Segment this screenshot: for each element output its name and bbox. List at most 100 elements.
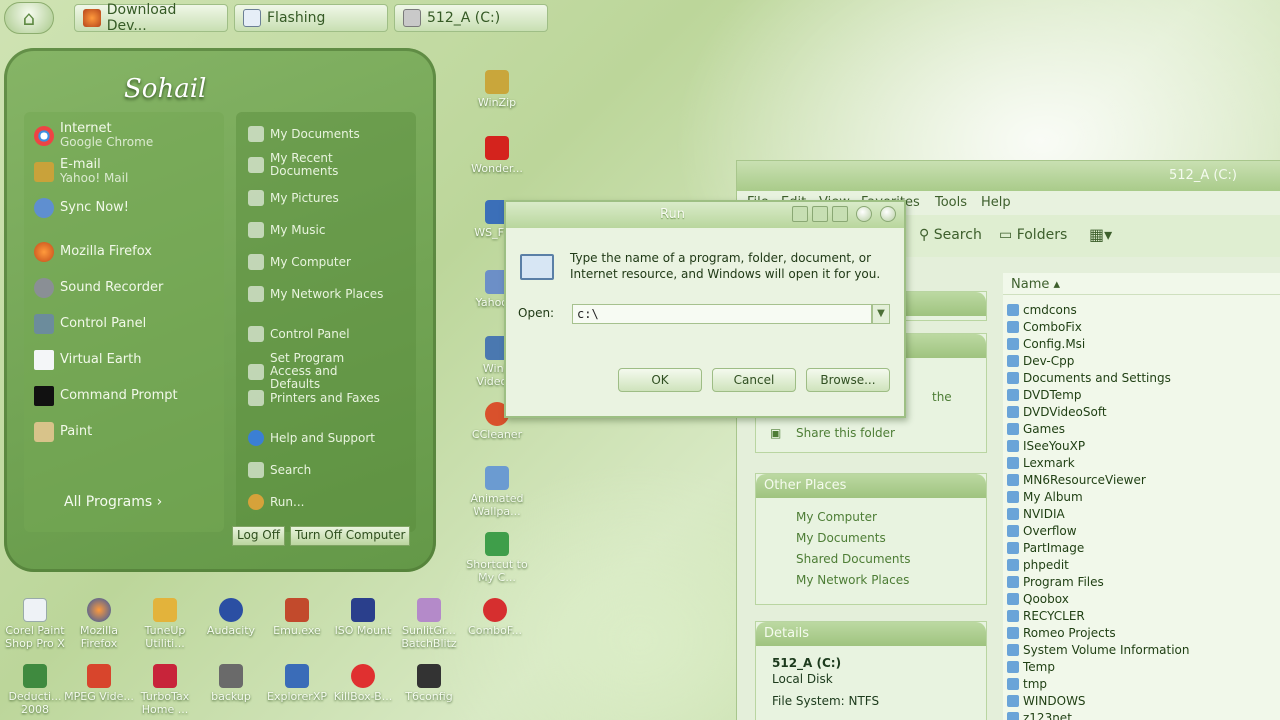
menu-item-run[interactable]: Run... — [248, 494, 304, 510]
menu-item-sound-recorder[interactable]: Sound Recorder — [34, 278, 163, 298]
file-list-item[interactable]: Overflow — [1007, 524, 1077, 538]
desktop-icon-killbox[interactable]: KillBox-B... — [328, 664, 398, 703]
menu-item-search[interactable]: Search — [248, 462, 311, 478]
file-list-item[interactable]: Dev-Cpp — [1007, 354, 1074, 368]
desktop-icon-shortcut[interactable]: Shortcut to My C... — [462, 532, 532, 584]
turn-off-button[interactable]: Turn Off Computer — [290, 526, 411, 546]
desktop-icon-batchblitz[interactable]: SunlitGr... BatchBlitz — [394, 598, 464, 650]
run-titlebar[interactable]: Run — [506, 202, 904, 228]
details-header[interactable]: Details — [756, 622, 986, 646]
desktop-icon-audacity[interactable]: Audacity — [196, 598, 266, 637]
desktop-icon-combofix[interactable]: ComboF... — [460, 598, 530, 637]
combofix-icon — [483, 598, 507, 622]
menu-item-control-panel[interactable]: Control Panel — [34, 314, 146, 334]
file-list-item[interactable]: Lexmark — [1007, 456, 1075, 470]
file-list-item[interactable]: Temp — [1007, 660, 1055, 674]
menu-item-internet[interactable]: Internet Google Chrome — [34, 122, 153, 149]
menu-item-my-music[interactable]: My Music — [248, 222, 325, 238]
file-list-item[interactable]: Romeo Projects — [1007, 626, 1116, 640]
all-programs-button[interactable]: All Programs › — [64, 494, 162, 510]
menu-item-my-computer[interactable]: My Computer — [248, 254, 351, 270]
taskbar-item-download[interactable]: Download Dev... — [74, 2, 228, 34]
share-folder-link[interactable]: Share this folder — [796, 426, 895, 440]
desktop-icon-winzip[interactable]: WinZip — [462, 70, 532, 109]
views-button[interactable]: ▦▾ — [1089, 225, 1112, 244]
menu-item-firefox[interactable]: Mozilla Firefox — [34, 242, 152, 262]
menu-item-paint[interactable]: Paint — [34, 422, 92, 442]
file-list-item[interactable]: ISeeYouXP — [1007, 439, 1085, 453]
link-my-computer[interactable]: My Computer — [796, 510, 877, 524]
file-list-item[interactable]: Games — [1007, 422, 1065, 436]
pin-icon[interactable] — [832, 206, 848, 222]
file-list-item[interactable]: z123net — [1007, 711, 1072, 720]
ok-button[interactable]: OK — [618, 368, 702, 392]
file-list-item[interactable]: cmdcons — [1007, 303, 1077, 317]
log-off-button[interactable]: Log Off — [232, 526, 285, 546]
file-list-item[interactable]: Qoobox — [1007, 592, 1069, 606]
file-list-item[interactable]: Documents and Settings — [1007, 371, 1171, 385]
file-list-item[interactable]: NVIDIA — [1007, 507, 1065, 521]
file-list-item[interactable]: My Album — [1007, 490, 1083, 504]
link-shared-documents[interactable]: Shared Documents — [796, 552, 910, 566]
desktop-icon-wonder[interactable]: Wonder... — [462, 136, 532, 175]
window-icon[interactable] — [792, 206, 808, 222]
open-input[interactable] — [572, 304, 872, 324]
menu-item-command-prompt[interactable]: Command Prompt — [34, 386, 178, 406]
link-network-places[interactable]: My Network Places — [796, 573, 909, 587]
chevron-down-icon[interactable]: ▼ — [872, 304, 890, 324]
menu-item-my-documents[interactable]: My Documents — [248, 126, 360, 142]
menu-item-control-panel-right[interactable]: Control Panel — [248, 326, 350, 342]
menu-item-virtual-earth[interactable]: Virtual Earth — [34, 350, 141, 370]
file-list-item[interactable]: ComboFix — [1007, 320, 1082, 334]
file-list-item[interactable]: tmp — [1007, 677, 1047, 691]
column-header-name[interactable]: Name ▴ — [1003, 273, 1280, 295]
other-places-header[interactable]: Other Places — [756, 474, 986, 498]
cancel-button[interactable]: Cancel — [712, 368, 796, 392]
minimize-button[interactable] — [856, 206, 872, 222]
menu-help[interactable]: Help — [981, 195, 1011, 210]
desktop-icon-animated-wallpaper[interactable]: Animated Wallpa... — [462, 466, 532, 518]
menu-tools[interactable]: Tools — [935, 195, 967, 210]
desktop-icon-tuneup[interactable]: TuneUp Utiliti... — [130, 598, 200, 650]
desktop-icon-explorerxp[interactable]: ExplorerXP — [262, 664, 332, 703]
desktop-icon-corel[interactable]: Corel Paint Shop Pro X — [0, 598, 70, 650]
menu-item-printers[interactable]: Printers and Faxes — [248, 390, 380, 406]
desktop-icon-mpeg[interactable]: MPEG Vide... — [64, 664, 134, 703]
taskbar-item-flashing[interactable]: Flashing — [234, 4, 388, 32]
search-button[interactable]: ⚲ Search — [919, 227, 982, 243]
file-list-item[interactable]: phpedit — [1007, 558, 1069, 572]
desktop-icon-firefox[interactable]: Mozilla Firefox — [64, 598, 134, 650]
file-list-item-label: Games — [1023, 422, 1065, 436]
menu-item-my-pictures[interactable]: My Pictures — [248, 190, 339, 206]
browse-button[interactable]: Browse... — [806, 368, 890, 392]
menu-item-email[interactable]: E-mail Yahoo! Mail — [34, 158, 128, 185]
file-list-item[interactable]: PartImage — [1007, 541, 1084, 555]
menu-item-help[interactable]: Help and Support — [248, 430, 375, 446]
file-list-item[interactable]: DVDVideoSoft — [1007, 405, 1107, 419]
file-list-item[interactable]: MN6ResourceViewer — [1007, 473, 1146, 487]
file-list-item[interactable]: Config.Msi — [1007, 337, 1085, 351]
link-my-documents[interactable]: My Documents — [796, 531, 886, 545]
file-list-item[interactable]: System Volume Information — [1007, 643, 1189, 657]
desktop-icon-isomount[interactable]: ISO Mount — [328, 598, 398, 637]
file-list-item[interactable]: WINDOWS — [1007, 694, 1086, 708]
file-list-item[interactable]: DVDTemp — [1007, 388, 1081, 402]
menu-item-recent-docs[interactable]: My Recent Documents — [248, 152, 358, 178]
menu-item-program-access[interactable]: Set Program Access and Defaults — [248, 352, 388, 391]
restore-icon[interactable] — [812, 206, 828, 222]
file-list-item[interactable]: Program Files — [1007, 575, 1104, 589]
menu-item-sync[interactable]: Sync Now! — [34, 198, 129, 218]
desktop-icon-deduction[interactable]: Deducti... 2008 — [0, 664, 70, 716]
desktop-icon-t6config[interactable]: T6config — [394, 664, 464, 703]
window-icon — [243, 9, 261, 27]
taskbar-item-drive[interactable]: 512_A (C:) — [394, 4, 548, 32]
desktop-icon-backup[interactable]: backup — [196, 664, 266, 703]
start-button[interactable]: ⌂ — [4, 2, 54, 34]
menu-item-network-places[interactable]: My Network Places — [248, 286, 383, 302]
file-list-item[interactable]: RECYCLER — [1007, 609, 1085, 623]
explorer-titlebar[interactable]: 512_A (C:) — [737, 161, 1280, 191]
close-button[interactable] — [880, 206, 896, 222]
desktop-icon-turbotax[interactable]: TurboTax Home ... — [130, 664, 200, 716]
desktop-icon-emu[interactable]: Emu.exe — [262, 598, 332, 637]
folders-button[interactable]: ▭ Folders — [999, 227, 1067, 243]
